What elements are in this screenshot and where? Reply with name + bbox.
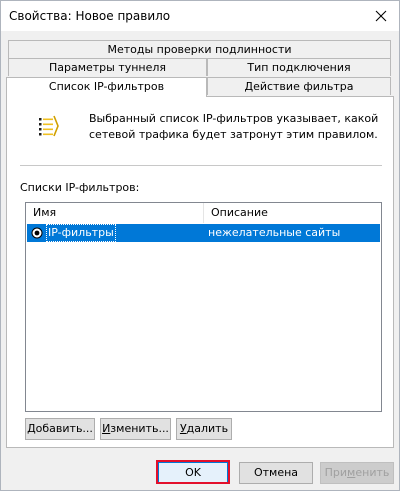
apply-button[interactable]: Применить bbox=[320, 462, 394, 484]
remove-button[interactable]: Удалить bbox=[176, 418, 232, 440]
row-description: нежелательные сайты bbox=[208, 226, 341, 239]
tab-panel: Выбранный список IP-фильтров указывает, … bbox=[6, 96, 394, 448]
column-header-name[interactable]: Имя bbox=[26, 203, 204, 223]
separator bbox=[20, 165, 382, 166]
tab-ip-filter-list[interactable]: Список IP-фильтров bbox=[6, 77, 207, 97]
tab-auth-methods[interactable]: Методы проверки подлинности bbox=[8, 40, 391, 58]
close-button[interactable] bbox=[369, 4, 393, 28]
tab-filter-action[interactable]: Действие фильтра bbox=[207, 77, 391, 95]
tab-tunnel-settings[interactable]: Параметры туннеля bbox=[8, 58, 207, 76]
column-header-description[interactable]: Описание bbox=[204, 203, 381, 223]
radio-selected-icon[interactable] bbox=[31, 227, 43, 239]
list-header: Имя Описание bbox=[26, 203, 381, 223]
edit-button[interactable]: Изменить... bbox=[100, 418, 171, 440]
filter-list-icon bbox=[39, 115, 59, 137]
dialog-window: Свойства: Новое правило Методы проверки … bbox=[0, 0, 400, 491]
title-bar[interactable]: Свойства: Новое правило bbox=[1, 1, 399, 31]
cancel-button[interactable]: Отмена bbox=[239, 462, 313, 484]
ok-button[interactable]: OK bbox=[158, 462, 228, 484]
tab-connection-type[interactable]: Тип подключения bbox=[207, 58, 391, 76]
window-title: Свойства: Новое правило bbox=[9, 9, 171, 23]
row-name: IP-фильтры bbox=[46, 224, 116, 242]
ip-filter-list[interactable]: Имя Описание IP-фильтры нежелательные са… bbox=[25, 202, 382, 412]
close-icon bbox=[375, 10, 387, 22]
info-text: Выбранный список IP-фильтров указывает, … bbox=[89, 112, 379, 141]
list-item[interactable]: IP-фильтры нежелательные сайты bbox=[27, 224, 380, 242]
add-button[interactable]: Добавить... bbox=[25, 418, 95, 440]
filter-list-label: Списки IP-фильтров: bbox=[20, 181, 140, 194]
